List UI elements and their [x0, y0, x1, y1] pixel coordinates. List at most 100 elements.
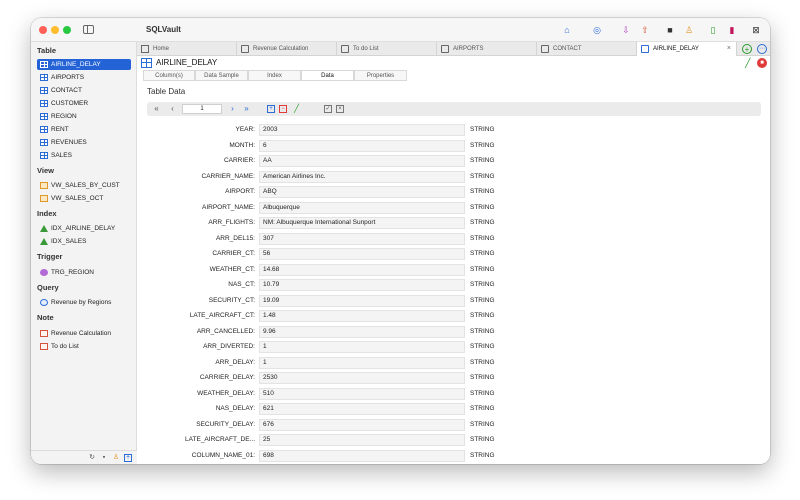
field-type: STRING — [470, 157, 495, 164]
tab-airline-delay[interactable]: AIRLINE_DELAY × — [637, 42, 737, 56]
sidebar-item-airports[interactable]: AIRPORTS — [37, 72, 131, 83]
add-row-icon[interactable]: + — [267, 105, 275, 113]
next-page-icon[interactable]: › — [227, 103, 238, 114]
field-name: CARRIER_NAME: — [201, 172, 255, 180]
subtab-properties[interactable]: Properties — [354, 70, 407, 81]
sidebar-item-revenues[interactable]: REVENUES — [37, 137, 131, 148]
tab-close-icon[interactable]: × — [727, 42, 731, 56]
field-name: LATE_AIRCRAFT_DE... — [185, 436, 255, 443]
field-value-input[interactable]: 510 — [259, 387, 465, 400]
table-icon — [541, 45, 549, 53]
close-window-button[interactable] — [39, 26, 47, 34]
field-value-input[interactable]: 698 — [259, 449, 465, 462]
subtab-index[interactable]: Index — [248, 70, 301, 81]
tab-contact[interactable]: CONTACT — [537, 42, 637, 56]
lock-icon[interactable]: ■ — [664, 24, 676, 36]
field-value-input[interactable]: 307 — [259, 232, 465, 245]
field-row: CARRIER: AA STRING — [137, 154, 770, 168]
table-data-title: Table Data — [147, 87, 186, 96]
sidebar-item-vw-sales-by-cust[interactable]: VW_SALES_BY_CUST — [37, 180, 131, 191]
previous-page-icon[interactable]: ‹ — [167, 103, 178, 114]
subtab-data[interactable]: Data — [301, 70, 354, 81]
lock-icon[interactable]: ▪ — [100, 454, 108, 462]
field-value-input[interactable]: 676 — [259, 418, 465, 431]
minimize-window-button[interactable] — [51, 26, 59, 34]
field-value-input[interactable]: 1.48 — [259, 310, 465, 322]
cancel-icon[interactable]: × — [336, 105, 344, 113]
sidebar-item-region[interactable]: REGION — [37, 111, 131, 122]
field-row: COLUMN_NAME_01: 698 STRING — [137, 449, 770, 463]
field-name: ARR_DIVERTED: — [203, 343, 255, 350]
sidebar-item-idx-sales[interactable]: IDX_SALES — [37, 236, 131, 247]
sidebar-item-trg-region[interactable]: TRG_REGION — [37, 267, 131, 278]
sidebar-item-vw-sales-oct[interactable]: VW_SALES_OCT — [37, 193, 131, 204]
field-row: CARRIER_DELAY: 2530 STRING — [137, 371, 770, 385]
object-title: AIRLINE_DELAY — [156, 58, 218, 67]
field-type: STRING — [470, 296, 495, 304]
sidebar-item-revenue-by-regions[interactable]: Revenue by Regions — [37, 297, 131, 308]
field-value-input[interactable]: 19.09 — [259, 294, 465, 307]
tab-home[interactable]: Home — [137, 42, 237, 56]
field-value-input[interactable]: NM: Albuquerque International Sunport — [259, 217, 465, 229]
edit-row-icon[interactable]: ╱ — [291, 103, 302, 114]
field-value-input[interactable]: 9.96 — [259, 325, 465, 338]
field-value-input[interactable]: 14.68 — [259, 263, 465, 276]
subtab-data-sample[interactable]: Data Sample — [195, 70, 248, 81]
field-value-input[interactable]: 2003 — [259, 124, 465, 136]
tab-label: AIRLINE_DELAY — [653, 46, 699, 52]
sidebar-item-contact[interactable]: CONTACT — [37, 85, 131, 96]
tab-airports[interactable]: AIRPORTS — [437, 42, 537, 56]
field-name: COLUMN_NAME_01: — [191, 451, 255, 459]
sidebar-toggle-icon[interactable] — [83, 25, 94, 34]
field-value-input[interactable]: 56 — [259, 248, 465, 260]
sidebar-item-airline-delay[interactable]: AIRLINE_DELAY — [37, 59, 131, 70]
sidebar-item-rent[interactable]: RENT — [37, 124, 131, 135]
field-value-input[interactable]: AA — [259, 155, 465, 167]
field-type: STRING — [470, 250, 495, 257]
more-icon[interactable]: ⋯ — [757, 44, 767, 54]
sidebar-item-sales[interactable]: SALES — [37, 150, 131, 161]
table-icon — [141, 58, 152, 68]
subtab-columns[interactable]: Column(s) — [143, 70, 195, 81]
import-icon[interactable]: ⇩ — [620, 24, 632, 36]
book-icon[interactable]: ▮ — [726, 24, 738, 36]
commit-icon[interactable]: ✓ — [324, 105, 332, 113]
close-icon[interactable]: ⊠ — [750, 24, 762, 36]
last-page-icon[interactable]: » — [241, 103, 252, 114]
database-search-icon[interactable]: ◎ — [591, 24, 603, 36]
sidebar-item-revenue-calculation[interactable]: Revenue Calculation — [37, 328, 131, 339]
field-value-input[interactable]: 621 — [259, 403, 465, 415]
add-icon[interactable]: + — [124, 454, 132, 462]
zoom-window-button[interactable] — [63, 26, 71, 34]
edit-icon[interactable]: ╱ — [745, 58, 750, 69]
delete-icon[interactable]: ■ — [757, 58, 767, 68]
field-value-input[interactable]: 25 — [259, 434, 465, 446]
page-number-input[interactable]: 1 — [182, 104, 222, 114]
field-value-input[interactable]: 1 — [259, 356, 465, 369]
sidebar: Table AIRLINE_DELAY AIRPORTS CONTACT CUS… — [31, 42, 137, 464]
tab-revenue-calculation[interactable]: Revenue Calculation — [237, 42, 337, 56]
export-icon[interactable]: ⇧ — [639, 24, 651, 36]
home-icon[interactable]: ⌂ — [561, 24, 573, 36]
sidebar-item-idx-airline-delay[interactable]: IDX_AIRLINE_DELAY — [37, 223, 131, 234]
field-type: STRING — [470, 172, 495, 180]
delete-row-icon[interactable]: − — [279, 105, 287, 113]
sidebar-item-customer[interactable]: CUSTOMER — [37, 98, 131, 109]
refresh-icon[interactable]: ↻ — [88, 454, 96, 462]
sidebar-item-to-do-list[interactable]: To do List — [37, 341, 131, 352]
field-value-input[interactable]: 10.79 — [259, 279, 465, 291]
field-value-input[interactable]: 2530 — [259, 372, 465, 384]
field-row: AIRPORT_NAME: Albuquerque STRING — [137, 201, 770, 215]
field-value-input[interactable]: 6 — [259, 139, 465, 152]
field-name: SECURITY_CT: — [208, 296, 255, 304]
first-page-icon[interactable]: « — [151, 103, 162, 114]
document-icon[interactable]: ▯ — [707, 24, 719, 36]
field-value-input[interactable]: 1 — [259, 341, 465, 353]
tab-to-do-list[interactable]: To do List — [337, 42, 437, 56]
field-value-input[interactable]: ABQ — [259, 186, 465, 198]
field-value-input[interactable]: American Airlines Inc. — [259, 170, 465, 183]
user-icon[interactable]: ♙ — [112, 454, 120, 462]
field-value-input[interactable]: Albuquerque — [259, 201, 465, 214]
user-icon[interactable]: ♙ — [683, 24, 695, 36]
add-tab-icon[interactable]: + — [742, 44, 752, 54]
